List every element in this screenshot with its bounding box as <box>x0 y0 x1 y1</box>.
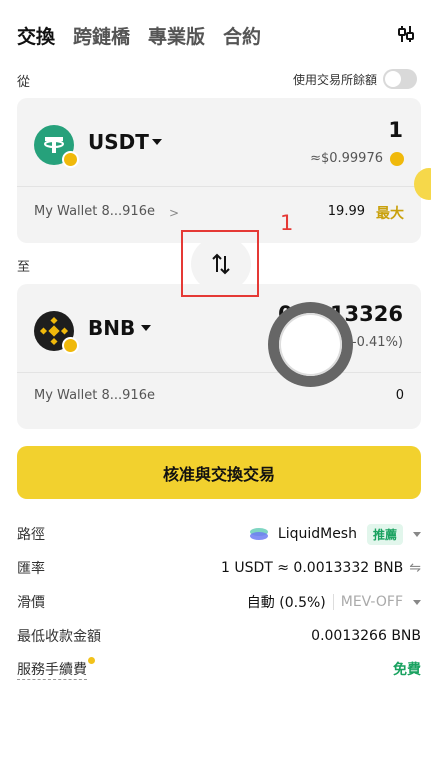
to-usd-change: (-0.41%) <box>346 335 403 350</box>
slippage-row: 滑價 自動 (0.5%) MEV-OFF <box>17 590 421 614</box>
from-wallet[interactable]: My Wallet 8...916e <box>34 204 155 219</box>
to-card-divider <box>17 372 421 373</box>
annotation-number: 1 <box>280 211 294 235</box>
from-label: 從 <box>17 75 31 90</box>
service-fee-label-text: 服務手續費 <box>17 661 87 678</box>
route-label: 路徑 <box>17 527 45 543</box>
liquidmesh-logo-icon <box>249 528 268 540</box>
rate-value: 1 USDT ≈ 0.0013332 BNB <box>220 560 404 576</box>
from-token-name[interactable]: USDT <box>88 130 149 154</box>
rate-row: 匯率 1 USDT ≈ 0.0013332 BNB ⇋ <box>17 556 421 580</box>
tab-pro[interactable]: 專業版 <box>148 22 205 49</box>
to-card: BNB 0.0013326 (-0.41%) My Wallet 8...916… <box>17 284 421 429</box>
tab-bridge[interactable]: 跨鏈橋 <box>73 22 130 49</box>
route-value: LiquidMesh <box>277 526 357 542</box>
toggle-knob <box>385 71 401 87</box>
to-token-caret-icon[interactable] <box>141 325 151 331</box>
recommended-badge: 推薦 <box>366 523 403 545</box>
from-card-divider <box>17 186 421 187</box>
min-received-label: 最低收款金額 <box>17 629 101 645</box>
from-amount[interactable]: 1 <box>388 118 403 142</box>
usdt-logo-icon[interactable] <box>34 125 79 168</box>
touch-indicator-center <box>279 313 342 376</box>
service-fee-row: 服務手續費 免費 <box>17 656 421 681</box>
route-dropdown-icon[interactable] <box>413 531 421 537</box>
bsc-chain-badge-icon <box>62 337 79 354</box>
annotation-box <box>181 230 259 297</box>
rate-value-group: 1 USDT ≈ 0.0013332 BNB ⇋ <box>221 560 421 576</box>
approve-and-swap-button[interactable]: 核准與交換交易 <box>17 446 421 499</box>
slippage-value-group[interactable]: 自動 (0.5%) MEV-OFF <box>247 592 421 612</box>
mev-status: MEV-OFF <box>332 594 403 610</box>
from-card: USDT 1 ≈$0.99976 My Wallet 8...916e > 19… <box>17 98 421 243</box>
rate-switch-icon[interactable]: ⇋ <box>409 560 421 576</box>
currency-coin-icon <box>390 152 404 166</box>
service-fee-label[interactable]: 服務手續費 <box>17 656 95 680</box>
route-row: 路徑 LiquidMesh 推薦 <box>17 522 421 546</box>
bsc-chain-badge-icon <box>62 151 79 168</box>
from-token-caret-icon[interactable] <box>152 139 162 145</box>
to-label: 至 <box>17 260 31 275</box>
service-fee-value: 免費 <box>393 662 421 678</box>
notice-dot-icon <box>88 656 95 664</box>
use-exchange-balance-toggle[interactable] <box>383 69 417 89</box>
route-value-group[interactable]: LiquidMesh 推薦 <box>249 523 421 545</box>
use-exchange-balance-row: 使用交易所餘額 <box>293 69 417 89</box>
slippage-dropdown-icon[interactable] <box>413 599 421 605</box>
tab-contract[interactable]: 合約 <box>223 22 261 49</box>
from-usd-value: ≈$0.99976 <box>310 151 383 166</box>
slippage-value: 自動 (0.5%) <box>246 595 326 611</box>
to-token-name[interactable]: BNB <box>88 316 135 340</box>
max-button[interactable]: 最大 <box>376 203 404 223</box>
top-tabs: 交換 跨鏈橋 專業版 合約 <box>17 20 417 50</box>
slippage-label: 滑價 <box>17 595 45 611</box>
from-balance: 19.99 <box>327 204 365 219</box>
chevron-right-icon[interactable]: > <box>169 206 179 220</box>
to-balance: 0 <box>395 388 404 403</box>
rate-label: 匯率 <box>17 561 45 577</box>
min-received-value: 0.0013266 BNB <box>311 628 421 644</box>
settings-sliders-icon[interactable] <box>395 23 417 45</box>
tab-swap[interactable]: 交換 <box>17 22 55 49</box>
min-received-row: 最低收款金額 0.0013266 BNB <box>17 624 421 648</box>
bnb-logo-icon[interactable] <box>34 311 79 354</box>
use-exchange-balance-label: 使用交易所餘額 <box>292 72 377 87</box>
to-wallet[interactable]: My Wallet 8...916e <box>34 388 155 403</box>
